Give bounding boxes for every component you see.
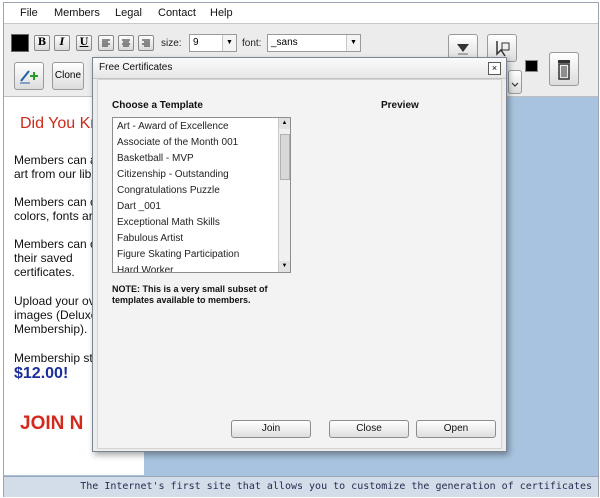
menu-contact[interactable]: Contact xyxy=(158,7,196,19)
scroll-thumb[interactable] xyxy=(280,134,290,180)
align-right-button[interactable] xyxy=(138,35,154,51)
paragraph-art: Members can a art from our lib xyxy=(14,153,97,181)
font-size-value: 9 xyxy=(193,37,199,48)
text-line: Members can o xyxy=(14,237,97,251)
list-item[interactable]: Congratulations Puzzle xyxy=(117,185,220,196)
align-left-button[interactable] xyxy=(98,35,114,51)
arrow-down-icon xyxy=(511,82,519,87)
list-item[interactable]: Art - Award of Excellence xyxy=(117,121,229,132)
list-item[interactable]: Dart _001 xyxy=(117,201,161,212)
delete-button[interactable] xyxy=(549,52,579,86)
choose-template-label: Choose a Template xyxy=(112,100,203,111)
paragraph-colors: Members can c colors, fonts ar xyxy=(14,195,96,223)
paragraph-saved: Members can o their saved certificates. xyxy=(14,237,97,279)
text-line: images (Deluxe xyxy=(14,308,98,322)
bold-button[interactable]: B xyxy=(34,35,50,51)
clone-button[interactable]: Clone xyxy=(52,62,84,90)
text-line: colors, fonts ar xyxy=(14,209,93,223)
font-label: font: xyxy=(242,38,262,49)
menu-members[interactable]: Members xyxy=(54,7,100,19)
list-item[interactable]: Citizenship - Outstanding xyxy=(117,169,229,180)
text-line: their saved xyxy=(14,251,73,265)
text-line: Members can a xyxy=(14,153,97,167)
join-button[interactable]: Join xyxy=(231,420,311,438)
align-left-icon xyxy=(102,39,110,47)
preview-label: Preview xyxy=(381,100,419,111)
membership-text: Membership sta xyxy=(14,351,100,365)
menu-legal[interactable]: Legal xyxy=(115,7,142,19)
text-line: Upload your ov xyxy=(14,294,95,308)
list-item[interactable]: Associate of the Month 001 xyxy=(117,137,238,148)
add-text-button[interactable] xyxy=(14,62,44,90)
text-line: certificates. xyxy=(14,265,75,279)
menu-bar: File Members Legal Contact Help xyxy=(4,3,598,24)
list-item[interactable]: Hard Worker xyxy=(117,265,174,272)
page-heading: Did You Kn xyxy=(20,115,100,132)
join-now-link[interactable]: JOIN N xyxy=(20,413,83,435)
size-label: size: xyxy=(161,38,182,49)
text-line: Members can c xyxy=(14,195,97,209)
status-text: The Internet's first site that allows yo… xyxy=(80,481,592,492)
list-item[interactable]: Figure Skating Participation xyxy=(117,249,239,260)
free-certificates-dialog: Free Certificates × Choose a Template Pr… xyxy=(92,57,507,452)
text-line: Membership). xyxy=(14,322,88,336)
text-line: art from our lib xyxy=(14,167,92,181)
dialog-title: Free Certificates xyxy=(99,62,173,73)
dialog-title-bar[interactable]: Free Certificates × xyxy=(93,58,506,79)
add-text-icon xyxy=(20,70,38,84)
text-color-swatch[interactable] xyxy=(11,34,29,52)
chevron-down-icon: ▼ xyxy=(346,35,360,51)
shadow-color-swatch[interactable] xyxy=(525,60,538,72)
price-text: $12.00! xyxy=(14,365,69,382)
move-down-button[interactable] xyxy=(508,70,522,94)
list-item[interactable]: Exceptional Math Skills xyxy=(117,217,220,228)
menu-help[interactable]: Help xyxy=(210,7,233,19)
templates-note: NOTE: This is a very small subset of tem… xyxy=(112,284,268,305)
status-bar: The Internet's first site that allows yo… xyxy=(4,476,598,497)
font-family-select[interactable]: _sans ▼ xyxy=(267,34,361,52)
underline-button[interactable]: U xyxy=(76,35,92,51)
scroll-up-icon[interactable]: ▲ xyxy=(279,118,290,129)
open-button[interactable]: Open xyxy=(416,420,496,438)
font-size-select[interactable]: 9 ▼ xyxy=(189,34,237,52)
align-right-icon xyxy=(142,39,150,47)
template-list[interactable]: Art - Award of Excellence Associate of t… xyxy=(112,117,291,273)
paragraph-upload: Upload your ov images (Deluxe Membership… xyxy=(14,294,97,336)
close-button[interactable]: Close xyxy=(329,420,409,438)
align-center-icon xyxy=(122,39,130,47)
dialog-body: Choose a Template Preview Art - Award of… xyxy=(97,79,502,449)
list-scrollbar[interactable]: ▲ ▼ xyxy=(278,118,290,272)
menu-file[interactable]: File xyxy=(20,7,38,19)
trash-icon xyxy=(558,60,570,80)
chevron-down-icon: ▼ xyxy=(222,35,236,51)
list-item[interactable]: Fabulous Artist xyxy=(117,233,183,244)
align-center-button[interactable] xyxy=(118,35,134,51)
list-item[interactable]: Basketball - MVP xyxy=(117,153,194,164)
close-icon[interactable]: × xyxy=(488,62,501,75)
italic-button[interactable]: I xyxy=(54,35,70,51)
font-family-value: _sans xyxy=(271,37,298,48)
scroll-down-icon[interactable]: ▼ xyxy=(279,261,290,272)
